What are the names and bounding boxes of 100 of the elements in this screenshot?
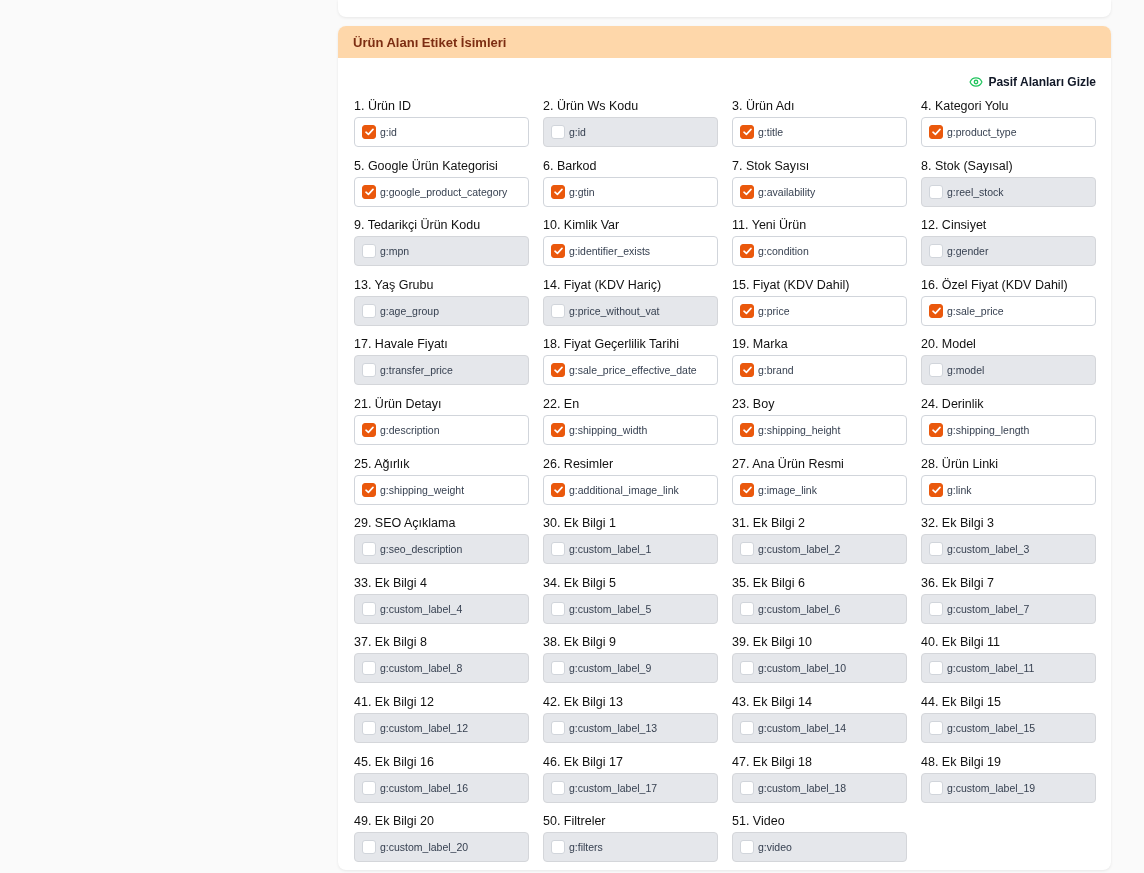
tag-field[interactable]: g:custom_label_10 — [732, 653, 907, 684]
tag-field[interactable]: g:google_product_category — [354, 176, 529, 207]
tag-field[interactable]: g:custom_label_18 — [732, 772, 907, 803]
eye-icon — [969, 75, 984, 89]
tag-field[interactable]: g:custom_label_14 — [732, 712, 907, 743]
field-label: 44. Ek Bilgi 15 — [921, 693, 1002, 711]
field-label: 6. Barkod — [543, 157, 598, 175]
checkbox[interactable] — [551, 363, 565, 378]
checkbox[interactable] — [740, 363, 754, 378]
tag-field[interactable]: g:price_without_vat — [543, 295, 718, 326]
tag-field[interactable]: g:sale_price — [921, 295, 1096, 326]
tag-field[interactable]: g:custom_label_8 — [354, 653, 529, 684]
tag-field[interactable]: g:image_link — [732, 474, 907, 505]
tag-field[interactable]: g:description — [354, 414, 529, 445]
tag-field[interactable]: g:transfer_price — [354, 355, 529, 386]
field-label: 23. Boy — [732, 395, 776, 413]
tag-field[interactable]: g:title — [732, 117, 907, 147]
field-label: 43. Ek Bilgi 14 — [732, 693, 813, 711]
tag-field[interactable]: g:gender — [921, 236, 1096, 267]
checkbox[interactable] — [362, 482, 376, 497]
tag-field[interactable]: g:additional_image_link — [543, 474, 718, 505]
checkbox[interactable] — [740, 184, 754, 199]
tag-field[interactable]: g:price — [732, 295, 907, 326]
checkbox[interactable] — [362, 422, 376, 437]
tag-field[interactable]: g:custom_label_15 — [921, 712, 1096, 743]
tag-field[interactable]: g:custom_label_17 — [543, 772, 718, 803]
checkbox[interactable] — [551, 244, 565, 259]
tag-field[interactable]: g:custom_label_1 — [543, 534, 718, 565]
field-label: 45. Ek Bilgi 16 — [354, 753, 435, 771]
field-label: 19. Marka — [732, 336, 789, 354]
checkbox[interactable] — [929, 482, 943, 497]
field-label: 50. Filtreler — [543, 813, 607, 831]
tag-field[interactable]: g:custom_label_20 — [354, 832, 529, 863]
checkbox[interactable] — [362, 184, 376, 199]
tag-field[interactable]: g:shipping_height — [732, 414, 907, 445]
tag-field[interactable]: g:shipping_width — [543, 414, 718, 445]
field-label: 14. Fiyat (KDV Hariç) — [543, 276, 663, 294]
field-label: 20. Model — [921, 336, 977, 354]
field-label: 26. Resimler — [543, 455, 615, 473]
checkbox[interactable] — [929, 303, 943, 318]
tag-field[interactable]: g:reel_stock — [921, 176, 1096, 207]
field-label: 46. Ek Bilgi 17 — [543, 753, 624, 771]
tag-field[interactable]: g:custom_label_7 — [921, 593, 1096, 624]
field-label: 31. Ek Bilgi 2 — [732, 515, 806, 533]
field-label: 11. Yeni Ürün — [732, 217, 808, 235]
field-label: 42. Ek Bilgi 13 — [543, 693, 624, 711]
tag-field[interactable]: g:custom_label_16 — [354, 772, 529, 803]
checkbox[interactable] — [740, 244, 754, 259]
checkbox[interactable] — [362, 125, 376, 139]
checkbox[interactable] — [740, 303, 754, 318]
checkbox[interactable] — [551, 422, 565, 437]
checkbox[interactable] — [551, 482, 565, 497]
tag-field[interactable]: g:product_type — [921, 117, 1096, 147]
tag-field[interactable]: g:custom_label_4 — [354, 593, 529, 624]
checkbox[interactable] — [929, 422, 943, 437]
tag-field[interactable]: g:custom_label_5 — [543, 593, 718, 624]
tag-field[interactable]: g:custom_label_3 — [921, 534, 1096, 565]
field-label: 32. Ek Bilgi 3 — [921, 515, 995, 533]
tag-field[interactable]: g:shipping_length — [921, 414, 1096, 445]
tag-field[interactable]: g:video — [732, 832, 907, 863]
tag-field[interactable]: g:brand — [732, 355, 907, 386]
tag-field[interactable]: g:availability — [732, 176, 907, 207]
tag-field[interactable]: g:custom_label_2 — [732, 534, 907, 565]
field-label: 2. Ürün Ws Kodu — [543, 98, 640, 115]
tag-field[interactable]: g:condition — [732, 236, 907, 267]
tag-field[interactable]: g:custom_label_11 — [921, 653, 1096, 684]
field-label: 24. Derinlik — [921, 395, 985, 413]
tag-field[interactable]: g:sale_price_effective_date — [543, 355, 718, 386]
tag-field[interactable]: g:custom_label_12 — [354, 712, 529, 743]
field-label: 39. Ek Bilgi 10 — [732, 634, 813, 652]
tag-field[interactable]: g:custom_label_13 — [543, 712, 718, 743]
tag-field[interactable]: g:shipping_weight — [354, 474, 529, 505]
field-label: 1. Ürün ID — [354, 98, 412, 115]
checkbox[interactable] — [551, 184, 565, 199]
field-label: 25. Ağırlık — [354, 455, 411, 473]
tag-field[interactable]: g:custom_label_9 — [543, 653, 718, 684]
tag-field[interactable]: g:custom_label_6 — [732, 593, 907, 624]
field-label: 30. Ek Bilgi 1 — [543, 515, 617, 533]
field-label: 34. Ek Bilgi 5 — [543, 574, 617, 592]
tag-field[interactable]: g:gtin — [543, 176, 718, 207]
tag-field[interactable]: g:seo_description — [354, 534, 529, 565]
field-label: 38. Ek Bilgi 9 — [543, 634, 617, 652]
tag-field[interactable]: g:age_group — [354, 295, 529, 326]
tag-field[interactable]: g:id — [354, 117, 529, 147]
tag-field[interactable]: g:filters — [543, 832, 718, 863]
field-label: 35. Ek Bilgi 6 — [732, 574, 806, 592]
tag-field[interactable]: g:link — [921, 474, 1096, 505]
tag-field[interactable]: g:id — [543, 117, 718, 147]
field-label: 9. Tedarikçi Ürün Kodu — [354, 217, 482, 235]
tag-field[interactable]: g:identifier_exists — [543, 236, 718, 267]
hide-passive-fields-button[interactable]: Pasif Alanları Gizle — [969, 73, 1096, 91]
checkbox[interactable] — [740, 482, 754, 497]
tag-field[interactable]: g:custom_label_19 — [921, 772, 1096, 803]
tag-field[interactable]: g:mpn — [354, 236, 529, 267]
checkbox[interactable] — [929, 125, 943, 139]
field-label: 48. Ek Bilgi 19 — [921, 753, 1002, 771]
checkbox[interactable] — [740, 422, 754, 437]
tag-field[interactable]: g:model — [921, 355, 1096, 386]
field-label: 47. Ek Bilgi 18 — [732, 753, 813, 771]
checkbox[interactable] — [740, 125, 754, 139]
